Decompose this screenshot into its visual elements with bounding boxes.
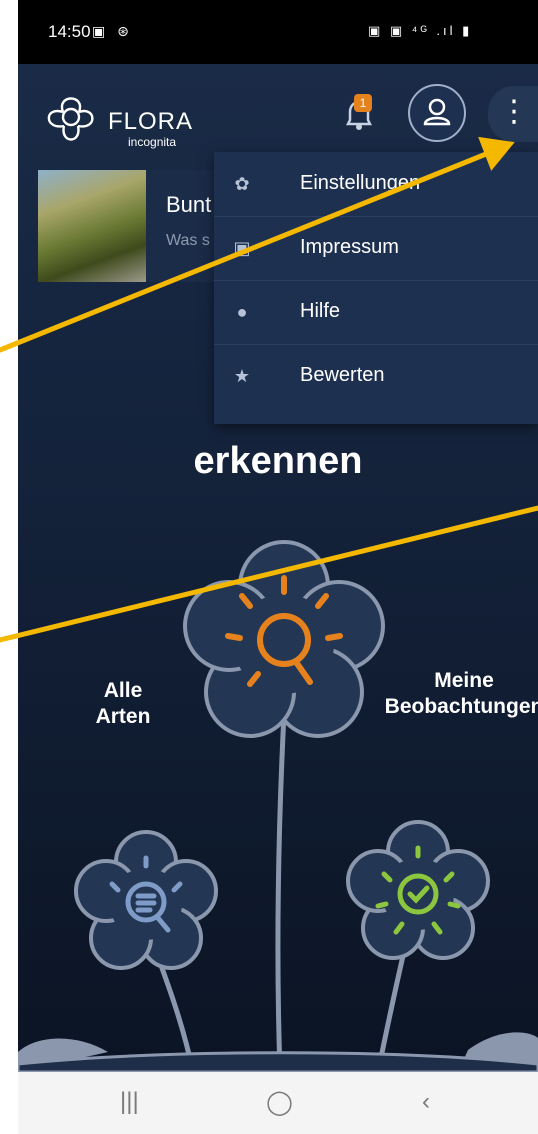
my-observations-flower-button[interactable] [346,820,490,960]
status-left-icons: ▣ ⊛ [92,23,133,39]
logo-word: FLORA [108,108,194,135]
status-time: 14:50 [48,22,91,41]
gear-icon: ✿ [234,174,250,194]
logo-subtitle: incognita [128,135,177,149]
flower-logo-icon [47,97,94,141]
ground-center [18,1051,538,1072]
flowers-illustration [18,540,538,1072]
menu-item-rate[interactable]: ★ Bewerten [214,344,538,408]
menu-item-label: Einstellungen [300,172,421,194]
back-button[interactable]: ‹ [422,1088,430,1116]
notification-badge: 1 [354,94,372,112]
help-icon: ● [236,302,248,322]
app-content: FLORA incognita 1 ⋮ Bunt Was s Pflanze e… [18,64,538,1072]
hero-line-2: erkennen [193,440,363,482]
menu-item-imprint[interactable]: ▣ Impressum [214,216,538,281]
card-subtitle: Was s [166,232,210,249]
menu-item-settings[interactable]: ✿ Einstellungen [214,152,538,217]
card-title: Bunt [166,192,212,217]
menu-item-label: Hilfe [300,300,341,322]
phone-screen: 14:50 ▣ ⊛ ▣ ▣ ⁴ᴳ .ıl ▮ FLORA incognita 1… [18,0,538,1134]
system-nav-bar: ||| ◯ ‹ [18,1072,538,1134]
identify-flower-button[interactable] [183,540,385,738]
recents-button[interactable]: ||| [120,1088,139,1116]
menu-item-label: Impressum [300,236,399,258]
all-species-flower-button[interactable] [74,830,218,970]
flora-incognita-logo: FLORA incognita [36,82,216,152]
my-observations-label: Meine Beobachtungen [384,669,538,718]
profile-button[interactable] [408,84,466,142]
card-thumbnail [38,170,146,282]
more-options-button[interactable]: ⋮ [488,86,538,142]
all-species-label: Alle Arten [95,679,151,728]
more-vert-icon: ⋮ [499,95,529,128]
status-right-icons: ▣ ▣ ⁴ᴳ .ıl ▮ [368,23,473,38]
menu-item-label: Bewerten [300,364,385,386]
menu-item-help[interactable]: ● Hilfe [214,280,538,345]
person-icon [423,98,451,126]
center-stem [275,713,287,1072]
id-card-icon: ▣ [233,238,251,258]
overflow-menu: ✿ Einstellungen ▣ Impressum ● Hilfe ★ Be… [214,152,538,424]
home-button[interactable]: ◯ [266,1088,293,1117]
star-icon: ★ [233,366,251,386]
status-bar: 14:50 ▣ ⊛ ▣ ▣ ⁴ᴳ .ıl ▮ [18,0,538,64]
